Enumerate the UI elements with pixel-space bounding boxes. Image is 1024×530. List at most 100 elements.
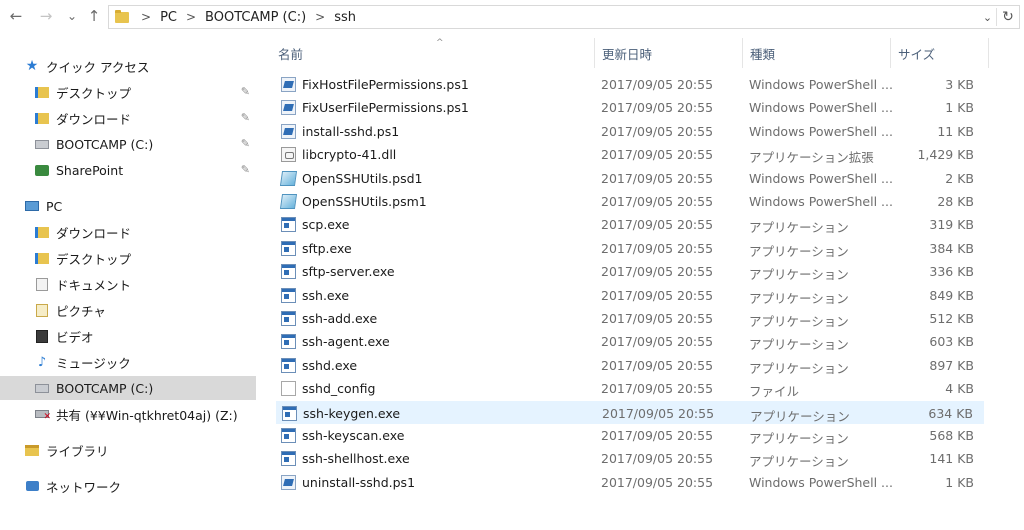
breadcrumb-bootcamp[interactable]: BOOTCAMP (C:) (202, 10, 309, 25)
file-row[interactable]: ssh-keygen.exe 2017/09/05 20:55 アプリケーション 63… (276, 400, 984, 424)
file-name: sshd_config (302, 381, 376, 397)
file-name: sftp.exe (302, 240, 352, 256)
file-size: 141 KB (929, 451, 974, 467)
file-row[interactable]: OpenSSHUtils.psd1 2017/09/05 20:55 Windows… (276, 167, 984, 190)
recent-locations-button[interactable]: ⌄ (62, 6, 82, 26)
breadcrumb-pc[interactable]: PC (157, 10, 180, 25)
pin-icon[interactable]: ✎ (241, 137, 250, 150)
file-row[interactable]: ssh-agent.exe 2017/09/05 20:55 アプリケーション 603… (276, 330, 984, 353)
sidebar-item-downloads[interactable]: ダウンロード (0, 220, 256, 244)
file-row[interactable]: libcrypto-41.dll 2017/09/05 20:55 アプリケーション… (276, 143, 984, 166)
file-row[interactable]: ssh-shellhost.exe 2017/09/05 20:55 アプリケーショ… (276, 447, 984, 470)
sidebar-item-downloads-quick[interactable]: ダウンロード ✎ (0, 106, 256, 130)
powershell-script-icon (281, 123, 296, 139)
sidebar-item-label: ビデオ (56, 329, 94, 345)
file-name: ssh-add.exe (302, 311, 378, 326)
column-header-date[interactable]: 更新日時 (594, 38, 742, 68)
file-row[interactable]: FixUserFilePermissions.ps1 2017/09/05 20:… (276, 96, 984, 119)
file-name: uninstall-sshd.ps1 (302, 474, 416, 490)
file-type: アプリケーション (749, 454, 849, 470)
breadcrumb-separator[interactable]: > (135, 10, 157, 24)
sidebar-item-bootcamp-quick[interactable]: BOOTCAMP (C:) ✎ (0, 132, 256, 156)
breadcrumb-separator[interactable]: > (180, 10, 202, 24)
file-name: ssh-keyscan.exe (302, 428, 405, 443)
file-row[interactable]: OpenSSHUtils.psm1 2017/09/05 20:55 Windows… (276, 190, 984, 213)
sidebar-item-pc[interactable]: PC (0, 194, 256, 218)
forward-button[interactable]: → (36, 6, 56, 26)
exe-icon (281, 311, 296, 326)
file-row[interactable]: install-sshd.ps1 2017/09/05 20:55 Windows … (276, 120, 984, 143)
file-name: OpenSSHUtils.psd1 (302, 170, 423, 186)
navigation-pane: ★ クイック アクセス デスクトップ ✎ ダウンロード ✎ BOOTCAMP (… (0, 34, 258, 530)
file-row[interactable]: FixHostFilePermissions.ps1 2017/09/05 20:… (276, 73, 984, 96)
file-size: 1,429 KB (917, 147, 974, 163)
pin-icon[interactable]: ✎ (241, 111, 250, 124)
column-divider[interactable] (988, 38, 989, 68)
file-modified-date: 2017/09/05 20:55 (601, 147, 714, 163)
exe-icon (282, 405, 297, 421)
file-row[interactable]: sftp.exe 2017/09/05 20:55 アプリケーション 384 KB (276, 237, 984, 260)
file-modified-date: 2017/09/05 20:55 (602, 405, 715, 421)
downloads-folder-icon (34, 110, 50, 126)
exe-icon (281, 264, 296, 280)
refresh-button[interactable]: ↻ (999, 8, 1017, 26)
address-toolbar: ← → ⌄ ↑ > PC > BOOTCAMP (C:) > ssh ⌄ ↻ (0, 0, 1024, 34)
file-list: 名前 ^ 更新日時 種類 サイズ FixHostFilePermissions.… (262, 34, 1024, 530)
up-button[interactable]: ↑ (84, 6, 104, 26)
sidebar-item-label: SharePoint (56, 162, 124, 178)
sidebar-item-documents[interactable]: ドキュメント (0, 272, 256, 296)
column-header-size[interactable]: サイズ (890, 38, 988, 68)
file-modified-date: 2017/09/05 20:55 (601, 264, 714, 280)
pictures-folder-icon (34, 302, 50, 318)
address-history-dropdown[interactable]: ⌄ (979, 8, 997, 26)
exe-icon (281, 428, 296, 443)
music-folder-icon: ♪ (37, 354, 47, 370)
file-name: OpenSSHUtils.psm1 (302, 194, 427, 209)
sidebar-item-bootcamp[interactable]: BOOTCAMP (C:) (0, 376, 256, 400)
breadcrumb-ssh[interactable]: ssh (331, 10, 359, 25)
file-row[interactable]: ssh.exe 2017/09/05 20:55 アプリケーション 849 KB (276, 284, 984, 307)
file-type: ファイル (749, 384, 800, 400)
file-size: 568 KB (929, 428, 974, 443)
file-row[interactable]: uninstall-sshd.ps1 2017/09/05 20:55 Window… (276, 471, 984, 494)
sidebar-item-sharepoint[interactable]: SharePoint ✎ (0, 158, 256, 182)
column-header-name[interactable]: 名前 ^ (270, 38, 595, 68)
file-row[interactable]: sftp-server.exe 2017/09/05 20:55 アプリケーション 3… (276, 260, 984, 283)
sidebar-item-desktop-quick[interactable]: デスクトップ ✎ (0, 80, 256, 104)
sidebar-item-music[interactable]: ♪ ミュージック (0, 350, 256, 374)
address-bar[interactable]: > PC > BOOTCAMP (C:) > ssh ⌄ ↻ (108, 5, 1020, 29)
sidebar-item-label: ネットワーク (46, 479, 122, 495)
file-name: FixHostFilePermissions.ps1 (302, 77, 469, 92)
sidebar-item-network-drive[interactable]: ✕ 共有 (¥¥Win-qtkhret04aj) (Z:) (0, 402, 256, 426)
file-row[interactable]: ssh-add.exe 2017/09/05 20:55 アプリケーション 512 K… (276, 307, 984, 330)
sidebar-item-network[interactable]: ネットワーク (0, 474, 256, 498)
column-header-label: 名前 (278, 46, 304, 62)
file-row[interactable]: sshd.exe 2017/09/05 20:55 アプリケーション 897 KB (276, 354, 984, 377)
sidebar-item-videos[interactable]: ビデオ (0, 324, 256, 348)
pin-icon[interactable]: ✎ (241, 163, 250, 176)
breadcrumb-separator[interactable]: > (309, 10, 331, 24)
file-size: 2 KB (945, 170, 974, 186)
sidebar-item-label: ピクチャ (56, 303, 106, 319)
sidebar-item-desktop[interactable]: デスクトップ (0, 246, 256, 270)
column-header-label: 更新日時 (602, 46, 653, 62)
file-row[interactable]: ssh-keyscan.exe 2017/09/05 20:55 アプリケーション 5… (276, 424, 984, 447)
file-size: 512 KB (929, 311, 974, 326)
file-size: 11 KB (937, 123, 974, 139)
pin-icon[interactable]: ✎ (241, 85, 250, 98)
videos-folder-icon (34, 328, 50, 344)
exe-icon (281, 357, 296, 373)
file-name: ssh-agent.exe (302, 334, 390, 350)
sidebar-item-libraries[interactable]: ライブラリ (0, 438, 256, 462)
file-name: ssh-shellhost.exe (302, 451, 410, 467)
file-row[interactable]: scp.exe 2017/09/05 20:55 アプリケーション 319 KB (276, 213, 984, 236)
back-button[interactable]: ← (6, 6, 26, 26)
file-row[interactable]: sshd_config 2017/09/05 20:55 ファイル 4 KB (276, 377, 984, 400)
file-name: FixUserFilePermissions.ps1 (302, 100, 469, 116)
sidebar-item-pictures[interactable]: ピクチャ (0, 298, 256, 322)
sidebar-item-label: ミュージック (56, 355, 131, 371)
sidebar-item-label: ドキュメント (56, 277, 132, 293)
sidebar-item-quick-access[interactable]: ★ クイック アクセス (0, 54, 256, 78)
file-icon (281, 381, 296, 397)
column-header-type[interactable]: 種類 (742, 38, 890, 68)
